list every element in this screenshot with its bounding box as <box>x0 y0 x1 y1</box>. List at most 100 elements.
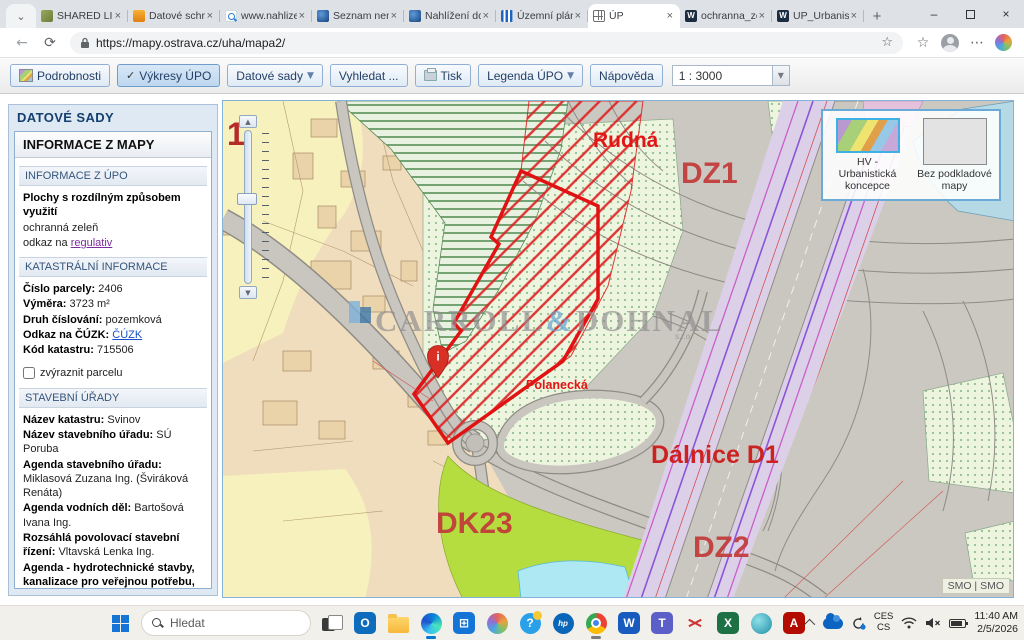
bookmark-star-icon[interactable]: ☆ <box>881 35 893 50</box>
button-label: Datové sady <box>236 69 303 83</box>
tab-up-urbanismus[interactable]: W UP_Urbanism × <box>772 4 864 28</box>
tab-uzemni-plan[interactable]: Územní plán O × <box>496 4 588 28</box>
close-icon[interactable]: × <box>849 10 859 22</box>
excel-icon[interactable]: X <box>716 611 740 635</box>
task-view-icon[interactable] <box>320 611 344 635</box>
close-icon[interactable]: × <box>665 10 675 22</box>
wifi-icon[interactable] <box>901 617 917 629</box>
new-tab-button[interactable]: + <box>864 4 890 28</box>
acrobat-icon[interactable]: A <box>782 611 806 635</box>
globe-icon <box>317 10 329 22</box>
tab-up-active[interactable]: ÚP × <box>588 4 680 28</box>
snipping-tool-icon[interactable] <box>683 611 707 635</box>
favorites-icon[interactable]: ☆ <box>911 31 935 55</box>
main-content: DATOVÉ SADY INFORMACE Z MAPY INFORMACE Z… <box>0 94 1024 605</box>
tab-title: ochranna_zele <box>701 10 757 22</box>
map-roundabout-island <box>466 434 484 452</box>
button-label: Legenda ÚPO <box>487 69 563 83</box>
tab-seznam-nemovitosti[interactable]: Seznam nemo × <box>312 4 404 28</box>
close-icon[interactable]: × <box>757 10 767 22</box>
menu-icon[interactable]: ⋯ <box>965 31 989 55</box>
field-row: Druh číslování: pozemková <box>15 313 211 327</box>
cuzk-link[interactable]: ČÚZK <box>112 329 142 341</box>
tab-title: UP_Urbanism <box>793 10 849 22</box>
file-explorer-icon[interactable] <box>386 611 410 635</box>
map-viewport[interactable]: CARROLL&DOHNAL s.r.o. i 1 Rudná DZ1 Pola… <box>222 100 1014 598</box>
chevron-down-icon[interactable]: ▼ <box>772 66 789 85</box>
onedrive-icon[interactable] <box>823 618 843 629</box>
edge-icon[interactable] <box>419 611 443 635</box>
taskbar-search[interactable]: Hledat <box>141 610 311 636</box>
profile-avatar[interactable] <box>941 34 959 52</box>
tab-datove-schranky[interactable]: Datové schrán × <box>128 4 220 28</box>
vykresy-upo-button[interactable]: ✓ Výkresy ÚPO <box>117 64 220 87</box>
zoom-in-button[interactable]: ▲ <box>239 115 257 128</box>
mailbox-icon <box>133 10 145 22</box>
tab-nahlizeni-kn[interactable]: Nahlížení do k × <box>404 4 496 28</box>
url-bar[interactable]: https://mapy.ostrava.cz/uha/mapa2/ ☆ <box>70 32 903 54</box>
button-label: Vyhledat ... <box>339 69 399 83</box>
close-icon[interactable]: × <box>389 10 399 22</box>
highlight-parcel-checkbox[interactable] <box>23 367 35 379</box>
back-icon[interactable]: ← <box>10 31 34 55</box>
close-icon[interactable]: × <box>481 10 491 22</box>
check-icon: ✓ <box>126 69 135 82</box>
section-informace-z-upo: INFORMACE Z ÚPO <box>19 166 207 186</box>
tab-shared-list[interactable]: SHARED LIST × <box>36 4 128 28</box>
language-indicator[interactable]: CESCS <box>874 612 894 634</box>
regulativ-link[interactable]: regulativ <box>71 237 113 249</box>
url-text[interactable]: https://mapy.ostrava.cz/uha/mapa2/ <box>96 36 881 50</box>
basemap-thumbnail-selected[interactable] <box>836 118 900 153</box>
sync-icon[interactable] <box>851 616 866 631</box>
close-window-button[interactable]: × <box>988 0 1024 28</box>
tab-search-icon[interactable]: ⌄ <box>6 4 36 28</box>
tisk-button[interactable]: Tisk <box>415 64 472 87</box>
map-app-toolbar: Podrobnosti ✓ Výkresy ÚPO Datové sady ▼ … <box>0 58 1024 94</box>
chrome-icon[interactable] <box>584 611 608 635</box>
field-row: Název katastru: Svinov <box>15 413 211 427</box>
close-icon[interactable]: × <box>573 10 583 22</box>
scale-value[interactable]: 1 : 3000 <box>673 69 772 83</box>
zoom-slider-thumb[interactable] <box>237 193 257 205</box>
map-info-title: INFORMACE Z MAPY <box>15 132 211 158</box>
reload-icon[interactable]: ⟳ <box>38 31 62 55</box>
microsoft-store-icon[interactable]: ⊞ <box>452 611 476 635</box>
word-icon[interactable]: W <box>617 611 641 635</box>
scale-combobox[interactable]: 1 : 3000 ▼ <box>672 65 790 86</box>
browser-alt-icon[interactable] <box>749 611 773 635</box>
upo-zone-type: Plochy s rozdílným způsobem využití <box>23 192 181 218</box>
close-icon[interactable]: × <box>113 10 123 22</box>
outlook-icon[interactable]: O <box>353 611 377 635</box>
basemap-thumbnail-plain[interactable] <box>923 118 987 165</box>
hp-icon[interactable]: hp <box>551 611 575 635</box>
restore-button[interactable] <box>952 0 988 28</box>
volume-muted-icon[interactable] <box>925 617 941 629</box>
copilot-icon[interactable] <box>995 34 1012 51</box>
close-icon[interactable]: × <box>205 10 215 22</box>
zoom-out-button[interactable]: ▼ <box>239 286 257 299</box>
copilot-icon[interactable] <box>485 611 509 635</box>
teams-icon[interactable]: T <box>650 611 674 635</box>
tab-nahlizeni[interactable]: www.nahlizen × <box>220 4 312 28</box>
tab-title: SHARED LIST <box>57 10 113 22</box>
start-button[interactable] <box>108 611 132 635</box>
zoom-slider-track[interactable] <box>244 130 252 284</box>
podrobnosti-button[interactable]: Podrobnosti <box>10 64 110 87</box>
datove-sady-dropdown[interactable]: Datové sady ▼ <box>227 64 323 87</box>
button-label: Tisk <box>441 69 463 83</box>
minimize-button[interactable]: – <box>916 0 952 28</box>
basemap-label: HV - Urbanistická koncepce <box>827 156 908 192</box>
basemap-option-urbanisticka[interactable]: HV - Urbanistická koncepce <box>827 118 908 192</box>
clock[interactable]: 11:40 AM2/5/2026 <box>974 610 1018 636</box>
napoveda-button[interactable]: Nápověda <box>590 64 663 87</box>
battery-icon[interactable] <box>949 619 966 628</box>
search-placeholder: Hledat <box>170 616 205 630</box>
section-katastralni-informace: KATASTRÁLNÍ INFORMACE <box>19 257 207 277</box>
tab-title: Seznam nemo <box>333 10 389 22</box>
get-help-icon[interactable]: ? <box>518 611 542 635</box>
tab-ochranna-zelen[interactable]: W ochranna_zele × <box>680 4 772 28</box>
vyhledat-button[interactable]: Vyhledat ... <box>330 64 408 87</box>
close-icon[interactable]: × <box>297 10 307 22</box>
legenda-upo-dropdown[interactable]: Legenda ÚPO ▼ <box>478 64 583 87</box>
basemap-option-none[interactable]: Bez podkladové mapy <box>914 118 995 192</box>
